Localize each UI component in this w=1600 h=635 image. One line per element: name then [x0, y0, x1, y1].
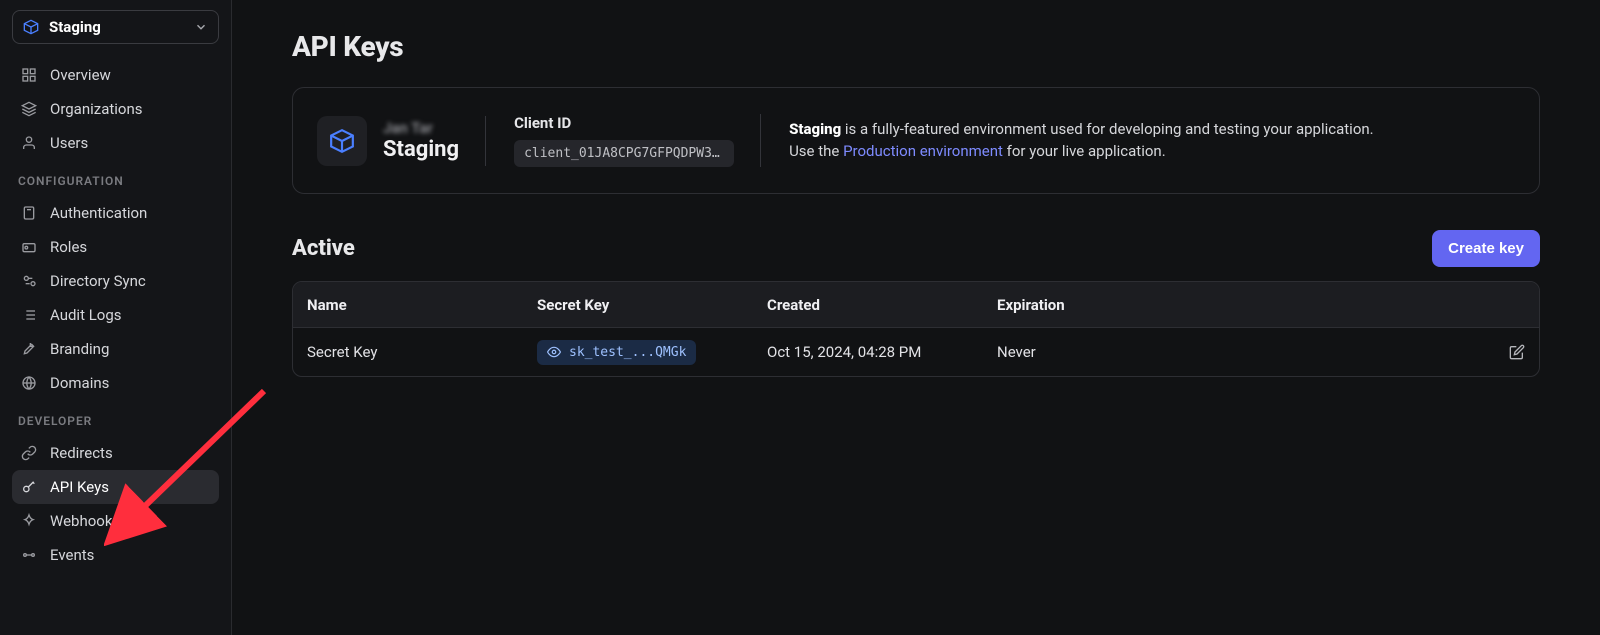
sidebar-item-domains[interactable]: Domains: [12, 366, 219, 400]
sidebar-item-label: Webhooks: [50, 512, 120, 530]
link-icon: [20, 445, 38, 461]
dashboard-icon: [20, 67, 38, 83]
main-content: API Keys Jan Tar Staging Client ID clien…: [232, 0, 1600, 635]
sidebar-item-webhooks[interactable]: Webhooks: [12, 504, 219, 538]
user-icon: [20, 135, 38, 151]
sidebar-item-users[interactable]: Users: [12, 126, 219, 160]
sidebar-item-label: Overview: [50, 66, 111, 84]
client-id-label: Client ID: [514, 114, 734, 132]
list-icon: [20, 307, 38, 323]
reveal-secret-button[interactable]: sk_test_...QMGk: [537, 340, 696, 365]
sidebar-item-label: Roles: [50, 238, 87, 256]
sidebar-item-label: Branding: [50, 340, 109, 358]
sidebar-item-label: Audit Logs: [50, 306, 122, 324]
sync-icon: [20, 273, 38, 289]
sidebar-item-branding[interactable]: Branding: [12, 332, 219, 366]
environment-info-card: Jan Tar Staging Client ID client_01JA8CP…: [292, 87, 1540, 194]
sidebar-section-configuration: CONFIGURATION: [12, 160, 219, 196]
environment-description: Staging is a fully-featured environment …: [789, 119, 1509, 163]
globe-icon: [20, 375, 38, 391]
sidebar-item-overview[interactable]: Overview: [12, 58, 219, 92]
environment-switcher[interactable]: Staging: [12, 10, 219, 44]
environment-name: Staging: [49, 18, 101, 36]
sidebar-item-label: Directory Sync: [50, 272, 146, 290]
sidebar-item-directory-sync[interactable]: Directory Sync: [12, 264, 219, 298]
page-title: API Keys: [292, 30, 1540, 63]
sidebar-item-label: Authentication: [50, 204, 147, 222]
col-created: Created: [767, 296, 997, 314]
sidebar-item-organizations[interactable]: Organizations: [12, 92, 219, 126]
sidebar-item-redirects[interactable]: Redirects: [12, 436, 219, 470]
sidebar-item-audit-logs[interactable]: Audit Logs: [12, 298, 219, 332]
cell-name: Secret Key: [307, 343, 537, 361]
app-name-blurred: Jan Tar: [383, 119, 459, 137]
palette-icon: [20, 341, 38, 357]
sidebar: Staging Overview Organizations Users CON…: [0, 0, 232, 635]
sidebar-item-events[interactable]: Events: [12, 538, 219, 572]
col-secret: Secret Key: [537, 296, 767, 314]
cell-created: Oct 15, 2024, 04:28 PM: [767, 343, 997, 361]
col-name: Name: [307, 296, 537, 314]
sidebar-item-label: Domains: [50, 374, 109, 392]
webhook-icon: [20, 513, 38, 529]
chevron-down-icon: [194, 20, 208, 34]
events-icon: [20, 547, 38, 563]
sidebar-item-authentication[interactable]: Authentication: [12, 196, 219, 230]
sidebar-item-label: Users: [50, 134, 88, 152]
cell-expiration: Never: [997, 343, 1465, 361]
sidebar-item-label: Organizations: [50, 100, 143, 118]
sidebar-item-label: Redirects: [50, 444, 113, 462]
key-icon: [20, 479, 38, 495]
sidebar-item-label: API Keys: [50, 478, 109, 496]
desc-bold: Staging: [789, 120, 841, 138]
sidebar-section-developer: DEVELOPER: [12, 400, 219, 436]
col-expiration: Expiration: [997, 296, 1465, 314]
sidebar-item-label: Events: [50, 546, 94, 564]
production-environment-link[interactable]: Production environment: [843, 142, 1003, 160]
cube-icon: [23, 19, 39, 35]
active-heading: Active: [292, 236, 355, 261]
secret-preview: sk_test_...QMGk: [569, 345, 686, 360]
sidebar-item-api-keys[interactable]: API Keys: [12, 470, 219, 504]
shield-icon: [20, 205, 38, 221]
layers-icon: [20, 101, 38, 117]
api-keys-table: Name Secret Key Created Expiration Secre…: [292, 281, 1540, 377]
sidebar-item-roles[interactable]: Roles: [12, 230, 219, 264]
eye-icon: [547, 345, 561, 359]
table-header-row: Name Secret Key Created Expiration: [293, 282, 1539, 328]
table-row: Secret Key sk_test_...QMGk Oct 15, 2024,…: [293, 328, 1539, 376]
active-section-header: Active Create key: [292, 230, 1540, 267]
create-key-button[interactable]: Create key: [1432, 230, 1540, 267]
client-id-value[interactable]: client_01JA8CPG7GFPQDPW3TEC…: [514, 140, 734, 167]
roles-icon: [20, 239, 38, 255]
environment-name-large: Staging: [383, 137, 459, 162]
client-id-block: Client ID client_01JA8CPG7GFPQDPW3TEC…: [514, 114, 761, 167]
app-cube-icon: [317, 116, 367, 166]
app-block: Jan Tar Staging: [317, 116, 486, 166]
edit-key-button[interactable]: [1465, 344, 1525, 360]
